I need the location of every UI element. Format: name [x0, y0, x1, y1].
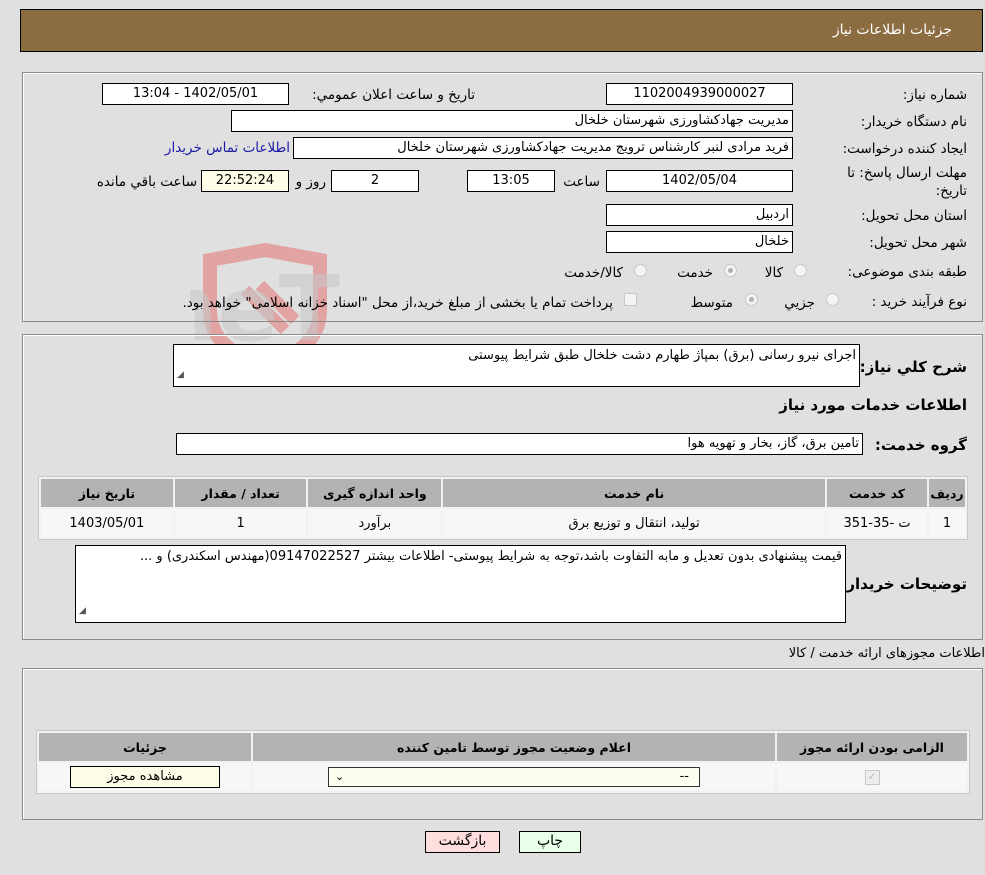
category-option-service: خدمت — [677, 265, 713, 281]
process-radio-medium[interactable] — [745, 293, 758, 306]
need-number-label: شماره نیاز: — [902, 87, 967, 103]
permits-table: الزامی بودن ارائه مجوز اعلام وضعيت مجوز … — [36, 730, 970, 794]
col-quantity: تعداد / مقدار — [174, 479, 307, 507]
requester-field: فريد مرادی لنبر كارشناس ترويج مديريت جها… — [293, 137, 793, 159]
col-service-code: كد خدمت — [827, 479, 928, 507]
buyer-notes-textarea[interactable]: قيمت پيشنهادی بدون تعديل و مابه التفاوت … — [75, 545, 846, 623]
page-title: جزئیات اطلاعات نیاز — [832, 22, 952, 38]
col-unit: واحد اندازه گيری — [308, 479, 442, 507]
permits-title: اطلاعات مجوزهای ارائه خدمت / كالا — [788, 646, 985, 661]
province-field: اردبيل — [606, 204, 793, 226]
summary-text: اجرای نيرو رسانی (برق) بمپاژ طهارم دشت خ… — [468, 348, 856, 363]
services-table: رديف كد خدمت نام خدمت واحد اندازه گيری ت… — [38, 476, 968, 540]
table-row: 1 ت -35-351 توليد، انتقال و توزيع برق بر… — [41, 509, 965, 537]
category-label: طبقه بندی موضوعی: — [847, 264, 967, 280]
col-permit-required: الزامی بودن ارائه مجوز — [777, 733, 967, 761]
col-permit-details: جزئيات — [39, 733, 251, 761]
days-label: روز و — [295, 174, 326, 190]
city-field: خلخال — [606, 231, 793, 253]
deadline-time-field: 13:05 — [467, 170, 555, 192]
summary-textarea[interactable]: اجرای نيرو رسانی (برق) بمپاژ طهارم دشت خ… — [173, 344, 860, 387]
cell-permit-required: ✓ — [777, 763, 967, 791]
page-header: جزئیات اطلاعات نیاز — [20, 9, 983, 52]
category-option-goods: كالا — [764, 265, 783, 281]
resize-handle-icon[interactable]: ◢ — [177, 366, 184, 384]
deadline-label-line1: مهلت ارسال پاسخ: تا — [847, 165, 967, 181]
cell-unit: برآورد — [308, 509, 442, 537]
announce-datetime-label: تاريخ و ساعت اعلان عمومي: — [312, 87, 475, 103]
services-title: اطلاعات خدمات مورد نياز — [779, 396, 967, 414]
remaining-days-field: 2 — [331, 170, 419, 192]
remaining-time-field: 22:52:24 — [201, 170, 289, 192]
category-option-goods-service: كالا/خدمت — [564, 265, 623, 281]
deadline-date-field: 1402/05/04 — [606, 170, 793, 192]
category-radio-service[interactable] — [724, 264, 737, 277]
requester-label: ايجاد كننده درخواست: — [842, 141, 967, 157]
buyer-org-field: مديريت جهادكشاورزی شهرستان خلخال — [231, 110, 793, 132]
col-service-name: نام خدمت — [443, 479, 826, 507]
permit-status-select[interactable]: -- ⌄ — [328, 767, 700, 787]
process-option-medium: متوسط — [690, 295, 733, 311]
permits-table-header: الزامی بودن ارائه مجوز اعلام وضعيت مجوز … — [39, 733, 967, 761]
deadline-time-label: ساعت — [563, 174, 600, 190]
process-radio-minor[interactable] — [826, 293, 839, 306]
process-option-minor: جزيي — [784, 295, 815, 311]
buyer-org-label: نام دستگاه خريدار: — [860, 114, 967, 130]
permit-status-value: -- — [679, 769, 689, 784]
category-radio-goods[interactable] — [794, 264, 807, 277]
back-button[interactable]: بازگشت — [425, 831, 500, 853]
services-table-header: رديف كد خدمت نام خدمت واحد اندازه گيری ت… — [41, 479, 965, 507]
city-label: شهر محل تحويل: — [869, 235, 967, 251]
cell-row-number: 1 — [929, 509, 965, 537]
service-group-field: تامين برق، گاز، بخار و تهويه هوا — [176, 433, 863, 455]
treasury-note: پرداخت تمام يا بخشی از مبلغ خريد،از محل … — [182, 295, 613, 311]
chevron-down-icon: ⌄ — [335, 770, 345, 783]
province-label: استان محل تحويل: — [861, 208, 967, 224]
cell-need-date: 1403/05/01 — [41, 509, 173, 537]
announce-datetime-field: 1402/05/01 - 13:04 — [102, 83, 289, 105]
col-need-date: تاريخ نياز — [41, 479, 173, 507]
cell-service-code: ت -35-351 — [827, 509, 928, 537]
print-button[interactable]: چاپ — [519, 831, 581, 853]
col-permit-status: اعلام وضعيت مجوز توسط تامين كننده — [253, 733, 775, 761]
deadline-label-line2: تاريخ: — [935, 183, 967, 199]
category-radio-goods-service[interactable] — [634, 264, 647, 277]
buyer-notes-label: توضيحات خريدار: — [840, 575, 967, 593]
cell-quantity: 1 — [174, 509, 307, 537]
resize-handle-icon[interactable]: ◢ — [79, 602, 86, 620]
need-number-field: 1102004939000027 — [606, 83, 793, 105]
cell-service-name: توليد، انتقال و توزيع برق — [443, 509, 826, 537]
table-row: ✓ -- ⌄ مشاهده مجوز — [39, 763, 967, 791]
remaining-label: ساعت باقي مانده — [96, 174, 197, 190]
cell-permit-status: -- ⌄ — [253, 763, 775, 791]
service-group-label: گروه خدمت: — [874, 436, 967, 454]
summary-label: شرح كلي نياز: — [859, 358, 967, 376]
view-permit-button[interactable]: مشاهده مجوز — [70, 766, 220, 788]
process-label: نوع فرآيند خريد : — [871, 294, 967, 310]
buyer-notes-text: قيمت پيشنهادی بدون تعديل و مابه التفاوت … — [139, 549, 842, 564]
cell-permit-details: مشاهده مجوز — [39, 763, 251, 791]
col-row-number: رديف — [929, 479, 965, 507]
treasury-checkbox[interactable] — [624, 293, 637, 306]
buyer-contact-link[interactable]: اطلاعات تماس خريدار — [165, 140, 290, 156]
permit-required-checkbox[interactable]: ✓ — [864, 770, 880, 785]
